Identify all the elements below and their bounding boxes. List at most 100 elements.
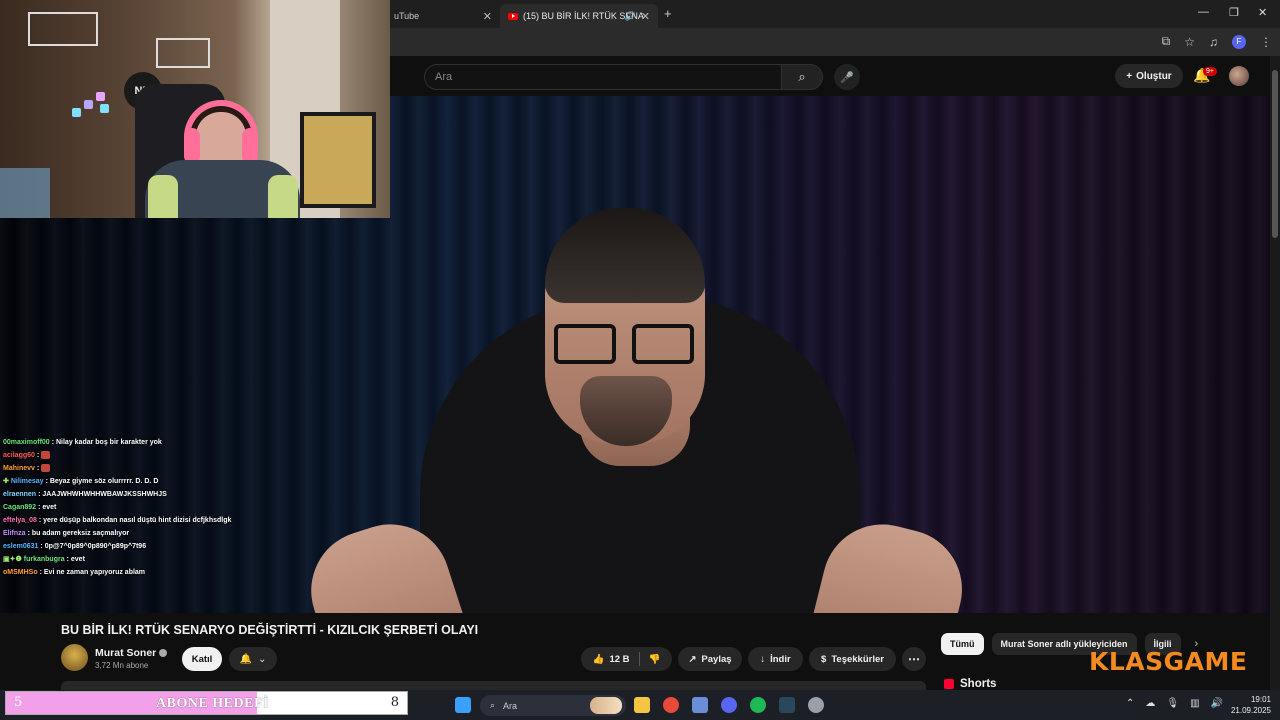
sponsor-logo: KLASGAME: [1089, 647, 1248, 676]
subscription-bell-button[interactable]: 🔔 ⌄: [229, 647, 277, 671]
search-input[interactable]: Ara: [424, 64, 782, 90]
light-panel: [100, 104, 109, 113]
chat-text: : Evi ne zaman yapıyoruz ablam: [39, 569, 146, 576]
taskbar-search[interactable]: ⌕ Ara: [480, 695, 626, 716]
headset-earcup: [184, 128, 200, 164]
windows-start-icon[interactable]: [455, 697, 471, 713]
chat-emote-icon: [41, 464, 51, 473]
dislike-button[interactable]: 👎: [649, 654, 661, 665]
microphone-icon: 🎤: [840, 71, 854, 84]
chat-username[interactable]: Mahinevv: [3, 465, 35, 472]
install-app-icon[interactable]: ⧉: [1162, 34, 1171, 49]
chat-username[interactable]: acilagg60: [3, 452, 35, 459]
chat-username[interactable]: furkanbugra: [24, 556, 65, 563]
channel-avatar[interactable]: [61, 644, 88, 671]
chat-message: 00maximoff00: Nilay kadar boş bir karakt…: [3, 436, 263, 449]
chat-message: ✚ Nilimesay: Beyaz giyme söz olurrrrr. D.…: [3, 475, 263, 488]
discord-icon[interactable]: [721, 697, 737, 713]
tab-active-video[interactable]: (15) BU BİR İLK! RTÜK SENA 🔊 ✕: [500, 4, 658, 28]
chat-message: Mahinevv:: [3, 462, 263, 475]
tray-chevron-up-icon[interactable]: ⌃: [1126, 698, 1134, 709]
obs-icon[interactable]: [808, 697, 824, 713]
chat-username[interactable]: oMSMHSo: [3, 569, 38, 576]
goal-target-count: 8: [390, 695, 399, 710]
chat-username[interactable]: eftelya_08: [3, 517, 37, 524]
share-button[interactable]: ↗ Paylaş: [678, 647, 742, 671]
page-scrollbar[interactable]: [1270, 56, 1280, 690]
account-avatar[interactable]: [1229, 66, 1249, 86]
taskbar-clock[interactable]: 19:01 21.09.2025: [1225, 694, 1271, 716]
search-button[interactable]: ⌕: [781, 64, 823, 90]
onedrive-cloud-icon[interactable]: ☁: [1145, 698, 1155, 709]
scrollbar-thumb[interactable]: [1272, 70, 1278, 238]
webcam-wall-decor: [0, 168, 50, 218]
close-icon[interactable]: ✕: [483, 10, 492, 23]
close-window-button[interactable]: ✕: [1258, 6, 1267, 19]
spotify-icon[interactable]: [750, 697, 766, 713]
chat-message: Elifnza: bu adam gereksiz saçmalıyor: [3, 527, 263, 540]
goal-label: ABONE HEDEFİ: [156, 696, 269, 711]
clock-date: 21.09.2025: [1230, 706, 1271, 715]
webcam-shelf: [156, 38, 210, 68]
light-panel: [72, 108, 81, 117]
description-box[interactable]: [61, 681, 926, 690]
download-icon: ↓: [760, 653, 766, 665]
chat-username[interactable]: Nilimesay: [11, 478, 44, 485]
clock-time: 19:01: [1250, 695, 1271, 704]
glasses-lens-left: [554, 324, 616, 364]
new-tab-button[interactable]: +: [664, 6, 672, 21]
close-icon[interactable]: ✕: [641, 10, 650, 23]
shorts-heading: Shorts: [944, 678, 996, 690]
light-panel: [84, 100, 93, 109]
app-icon[interactable]: [692, 697, 708, 713]
thanks-button[interactable]: $ Teşekkürler: [809, 647, 896, 671]
chat-username[interactable]: Elifnza: [3, 530, 26, 537]
hoodie-string: [148, 175, 178, 218]
plus-icon: +: [1126, 70, 1133, 82]
browser-toolbar-icons: ⧉ ☆ ♫ F ⋮: [1162, 34, 1272, 49]
join-button[interactable]: Katıl: [182, 647, 222, 671]
chat-username[interactable]: eslem0631: [3, 543, 38, 550]
chrome-icon[interactable]: [663, 697, 679, 713]
search-icon: ⌕: [798, 69, 806, 84]
more-actions-button[interactable]: ⋯: [902, 647, 926, 671]
chip-all[interactable]: Tümü: [941, 633, 984, 655]
glasses-lens-right: [632, 324, 694, 364]
headset-earcup: [242, 128, 258, 164]
chat-text: : evet: [66, 556, 85, 563]
maximize-button[interactable]: ❐: [1229, 6, 1239, 19]
tab-youtube[interactable]: uTube ✕: [386, 4, 500, 28]
search-highlight-image: [590, 697, 622, 714]
voice-search-button[interactable]: 🎤: [834, 64, 860, 90]
profile-avatar[interactable]: F: [1232, 34, 1246, 49]
chat-text: : evet: [38, 504, 57, 511]
volume-icon[interactable]: 🔊: [1211, 698, 1223, 709]
create-label: Oluştur: [1136, 70, 1172, 82]
shorts-icon: [944, 679, 954, 689]
microphone-icon[interactable]: 🎙: [1166, 698, 1179, 709]
shorts-label: Shorts: [960, 678, 997, 690]
webcam-framed-jersey: [300, 112, 376, 208]
network-icon[interactable]: ▥: [1190, 698, 1199, 709]
chat-text: : Nilay kadar boş bir karakter yok: [51, 439, 162, 446]
download-button[interactable]: ↓ İndir: [748, 647, 803, 671]
chat-emote-icon: [41, 451, 51, 460]
like-button[interactable]: 👍: [593, 654, 605, 665]
stream-chat: 00maximoff00: Nilay kadar boş bir karakt…: [3, 436, 263, 579]
channel-name[interactable]: Murat Soner: [95, 647, 168, 659]
speaker-icon[interactable]: 🔊: [625, 11, 636, 22]
steam-icon[interactable]: [779, 697, 795, 713]
media-control-icon[interactable]: ♫: [1209, 35, 1218, 49]
chat-message: eslem0631: 0p@7^0p89^0p890^p89p^7t96: [3, 540, 263, 553]
chat-username[interactable]: elraennen: [3, 491, 36, 498]
browser-menu-icon[interactable]: ⋮: [1260, 35, 1272, 49]
file-explorer-icon[interactable]: [634, 697, 650, 713]
minimize-button[interactable]: —: [1198, 6, 1209, 18]
bookmark-star-icon[interactable]: ☆: [1184, 35, 1195, 49]
chat-username[interactable]: 00maximoff00: [3, 439, 50, 446]
create-button[interactable]: + Oluştur: [1115, 64, 1183, 88]
goal-current-count: 5: [14, 695, 23, 710]
hoodie-string: [268, 175, 298, 218]
chat-username[interactable]: Cagan892: [3, 504, 36, 511]
system-tray: ⌃ ☁ 🎙 ▥ 🔊: [1126, 698, 1223, 709]
